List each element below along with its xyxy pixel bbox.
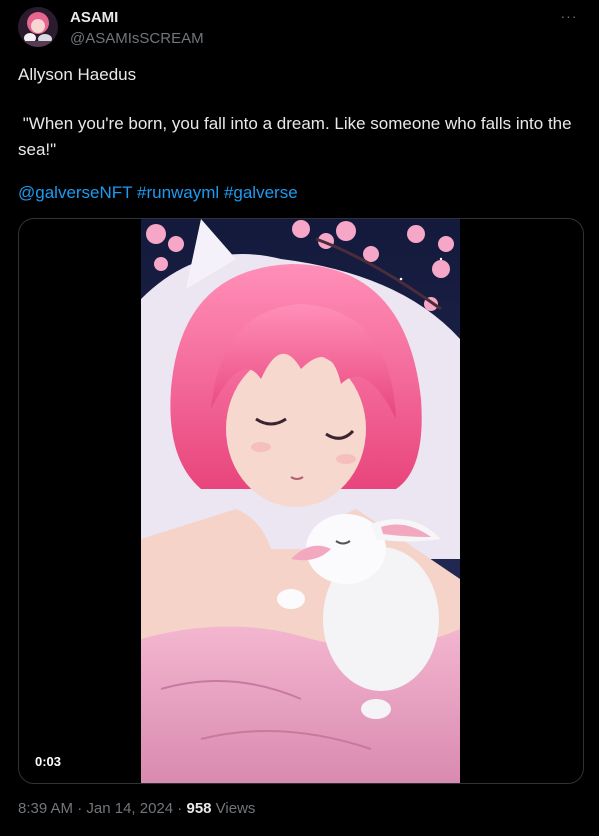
display-name[interactable]: ASAMI [70, 9, 118, 26]
meta-separator: · [173, 800, 187, 817]
tweet-time[interactable]: 8:39 AM [18, 800, 73, 817]
tweet: ASAMI @ASAMIsSCREAM ··· Allyson Haedus "… [0, 0, 599, 836]
tweet-metadata: 8:39 AM · Jan 14, 2024 · 958 Views [18, 800, 255, 817]
avatar[interactable] [18, 7, 58, 47]
user-handle[interactable]: @ASAMIsSCREAM [70, 30, 204, 47]
meta-separator: · [73, 800, 87, 817]
hashtag-galverse[interactable]: #galverse [224, 183, 298, 202]
tweet-text-line-1: Allyson Haedus [18, 65, 137, 84]
video-player[interactable]: 0:03 [18, 218, 584, 784]
views-count[interactable]: 958 [186, 800, 211, 817]
tweet-text-quote: "When you're born, you fall into a dream… [18, 111, 578, 163]
anime-video-thumbnail [141, 219, 460, 783]
more-options-button[interactable]: ··· [557, 6, 581, 26]
views-label: Views [211, 800, 256, 817]
tweet-date[interactable]: Jan 14, 2024 [86, 800, 173, 817]
video-thumbnail[interactable] [141, 219, 460, 783]
hashtag-runwayml[interactable]: #runwayml [137, 183, 219, 202]
tweet-quote-text: "When you're born, you fall into a dream… [18, 114, 572, 159]
avatar-image [18, 7, 58, 47]
mention-galverse-nft[interactable]: @galverseNFT [18, 183, 132, 202]
tweet-mentions: @galverseNFT #runwayml #galverse [18, 180, 298, 206]
more-horizontal-icon: ··· [560, 8, 578, 24]
video-duration-badge: 0:03 [29, 752, 68, 771]
